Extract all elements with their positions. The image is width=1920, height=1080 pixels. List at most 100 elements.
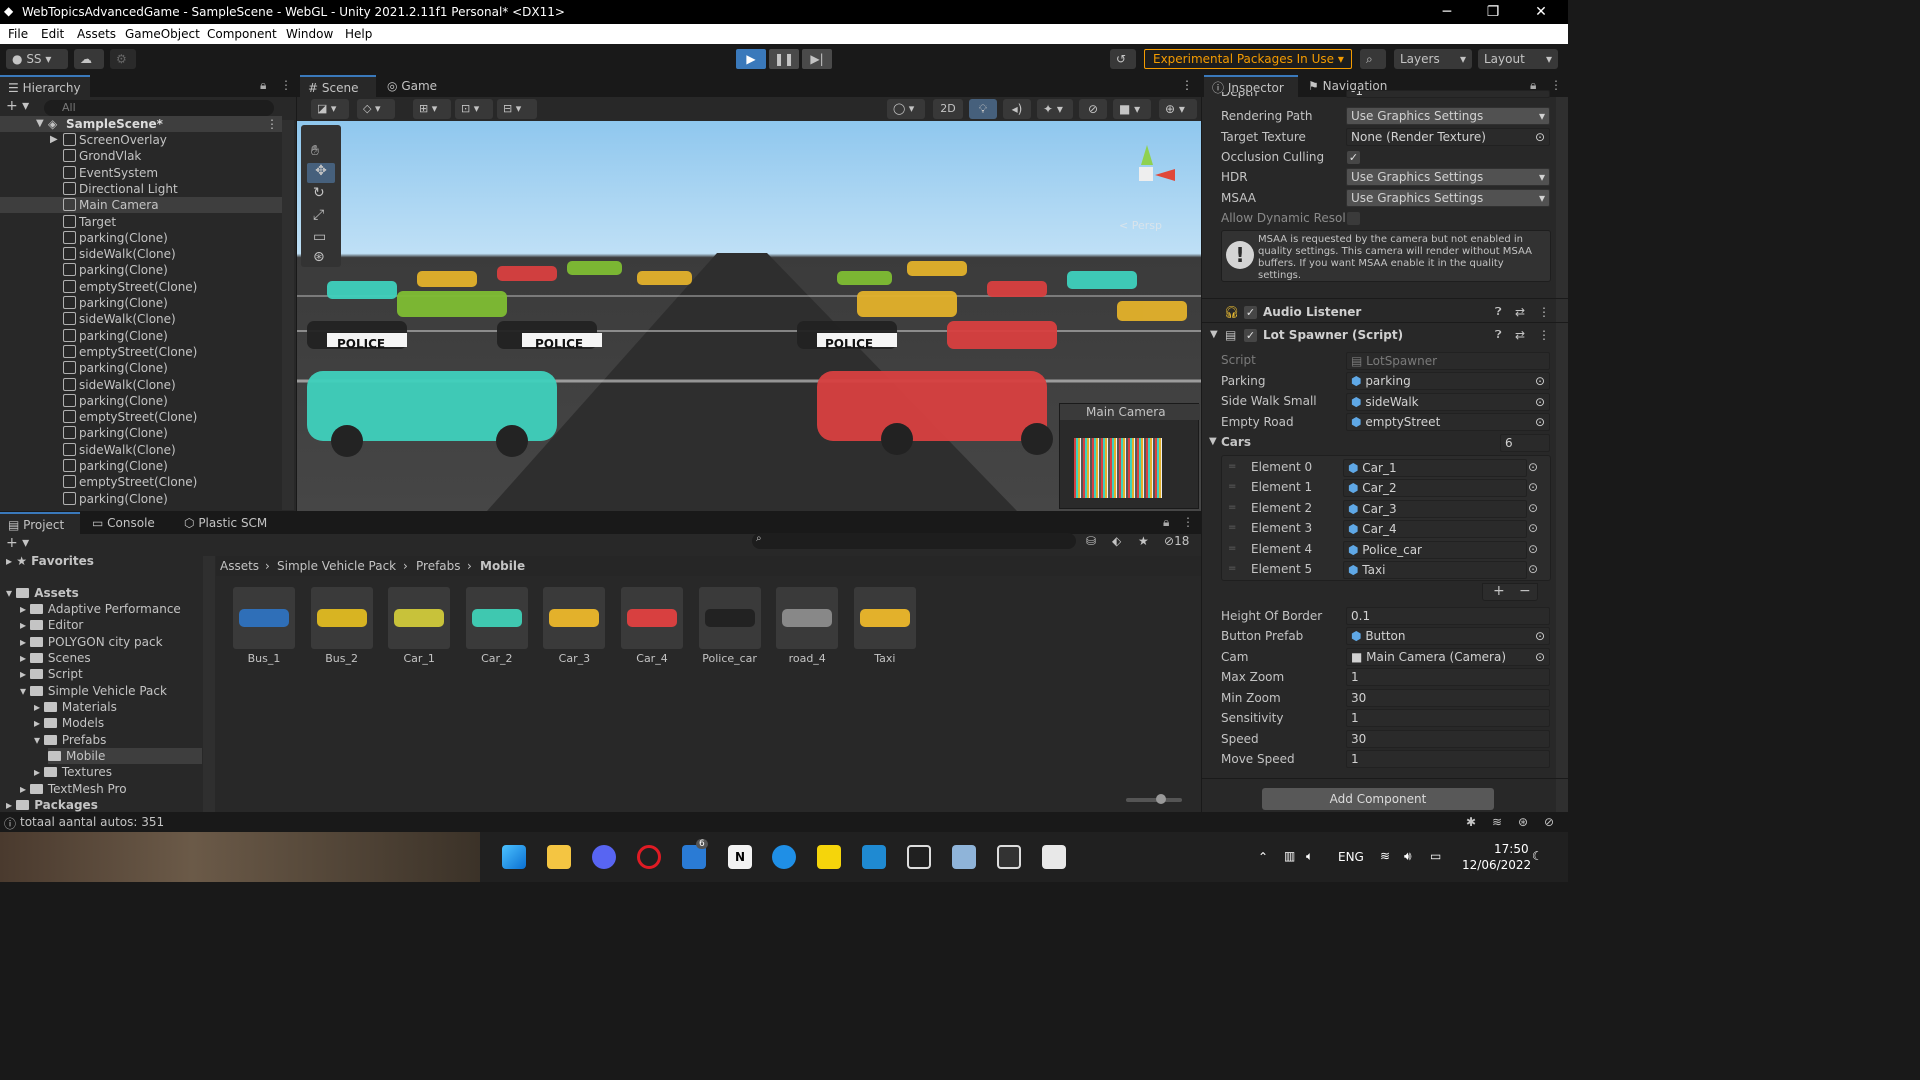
occlusion-culling-checkbox[interactable]: ✓ <box>1347 151 1360 164</box>
minimize-button[interactable]: ─ <box>1424 0 1470 24</box>
element-field[interactable]: ⬢ Taxi <box>1343 561 1527 579</box>
layers-dropdown[interactable]: Layers ▾ <box>1394 49 1472 69</box>
drag-handle[interactable]: = <box>1228 481 1236 492</box>
more-icon[interactable]: ⋮ <box>1550 78 1562 92</box>
hierarchy-item[interactable]: emptyStreet(Clone) <box>0 474 282 490</box>
chevron-right-icon[interactable]: ▸ <box>20 667 30 681</box>
hierarchy-item[interactable]: EventSystem <box>0 165 282 181</box>
tab-game[interactable]: ◎ Game <box>379 75 449 97</box>
hdr-dropdown[interactable]: Use Graphics Settings ▾ <box>1346 168 1550 186</box>
move-speed-field[interactable]: 1 <box>1346 750 1550 768</box>
menu-gameobject[interactable]: GameObject <box>125 27 200 41</box>
grid-snap-dropdown[interactable]: ⊞ ▾ <box>413 99 451 119</box>
hierarchy-item[interactable]: parking(Clone) <box>0 393 282 409</box>
hierarchy-item[interactable]: parking(Clone) <box>0 230 282 246</box>
asset-thumbnail[interactable] <box>233 587 295 649</box>
project-tree-item[interactable]: ▸ Scenes <box>20 650 202 666</box>
more-icon[interactable]: ⋮ <box>1538 305 1550 319</box>
audio-listener-title[interactable]: Audio Listener <box>1263 305 1361 319</box>
project-tree-item[interactable]: ▸ Packages <box>6 797 202 813</box>
start-icon[interactable] <box>502 845 526 869</box>
drag-handle[interactable]: = <box>1228 502 1236 513</box>
chevron-down-icon[interactable]: ▾ <box>6 586 16 600</box>
menu-window[interactable]: Window <box>286 27 333 41</box>
max-zoom-field[interactable]: 1 <box>1346 668 1550 686</box>
object-picker-icon[interactable]: ⊙ <box>1528 521 1538 535</box>
scale-tool-icon[interactable]: ⤢ <box>313 207 324 223</box>
help-icon[interactable]: ❓︎ <box>1495 328 1502 342</box>
hierarchy-item[interactable]: sideWalk(Clone) <box>0 246 282 262</box>
object-picker-icon[interactable]: ⊙ <box>1535 649 1545 665</box>
step-button[interactable]: ▶| <box>802 49 832 69</box>
more-icon[interactable]: ⋮ <box>266 116 278 132</box>
chevron-right-icon[interactable]: ▸ <box>6 798 16 812</box>
thunderbird-icon[interactable] <box>772 845 796 869</box>
button-prefab-field[interactable]: ⬢ Button ⊙ <box>1346 627 1550 645</box>
history-button[interactable]: ↺ <box>1110 49 1136 69</box>
lighting-toggle[interactable]: 💡︎ <box>969 99 997 119</box>
gizmo-dropdown[interactable]: ◯ ▾ <box>887 99 925 119</box>
preset-icon[interactable]: ⇄ <box>1515 305 1525 319</box>
msaa-dropdown[interactable]: Use Graphics Settings ▾ <box>1346 189 1550 207</box>
empty-road-field[interactable]: ⬢ emptyStreet ⊙ <box>1346 413 1550 431</box>
move-tool-icon[interactable]: ✥ <box>307 163 335 183</box>
lot-spawner-checkbox[interactable]: ✓ <box>1244 329 1257 342</box>
asset-thumbnail[interactable] <box>543 587 606 649</box>
tab-hierarchy[interactable]: ☰ Hierarchy <box>0 75 90 97</box>
drag-handle[interactable]: = <box>1228 522 1236 533</box>
asset-thumbnail[interactable] <box>465 587 528 649</box>
opera-icon[interactable] <box>637 845 661 869</box>
remove-element-button[interactable]: − <box>1519 583 1531 599</box>
snap-increment-dropdown[interactable]: ⊡ ▾ <box>455 99 493 119</box>
unity-hub-icon[interactable] <box>907 845 931 869</box>
account-button[interactable]: ● SS ▾ <box>6 49 68 69</box>
chevron-down-icon[interactable]: ▾ <box>20 684 30 698</box>
asset-thumbnail[interactable] <box>310 587 373 649</box>
inspector-scrollbar[interactable] <box>1556 97 1568 812</box>
help-icon[interactable]: ❓︎ <box>1495 305 1502 319</box>
hierarchy-item[interactable]: parking(Clone) <box>0 328 282 344</box>
asset-thumbnail[interactable] <box>388 587 451 649</box>
lock-icon[interactable]: 🔒︎ <box>260 78 266 93</box>
hierarchy-item[interactable]: GrondVlak <box>0 148 282 164</box>
object-picker-icon[interactable]: ⊙ <box>1528 460 1538 474</box>
maximize-button[interactable]: ❐ <box>1470 0 1516 24</box>
hierarchy-item[interactable]: sideWalk(Clone) <box>0 442 282 458</box>
volume-icon[interactable]: 🔈︎ <box>1306 849 1313 864</box>
breadcrumb-mobile[interactable]: Mobile <box>480 559 525 573</box>
draw-mode-dropdown[interactable]: ◪ ▾ <box>311 99 349 119</box>
chevron-right-icon[interactable]: ▸ <box>20 782 30 796</box>
clock-date[interactable]: 12/06/2022 <box>1462 858 1531 872</box>
pause-button[interactable]: ❚❚ <box>769 49 799 69</box>
ruler-dropdown[interactable]: ⊟ ▾ <box>497 99 537 119</box>
object-picker-icon[interactable]: ⊙ <box>1528 542 1538 556</box>
chevron-right-icon[interactable]: ▶ <box>50 132 58 148</box>
close-button[interactable]: ✕ <box>1518 0 1564 24</box>
object-picker-icon[interactable]: ⊙ <box>1535 129 1545 145</box>
chevron-right-icon[interactable]: ▸ <box>20 651 30 665</box>
rendering-path-dropdown[interactable]: Use Graphics Settings ▾ <box>1346 107 1550 125</box>
hierarchy-item[interactable]: sideWalk(Clone) <box>0 311 282 327</box>
label-filter-icon[interactable]: ⬖ <box>1112 534 1121 548</box>
project-tree-item[interactable]: ▸ Script <box>20 666 202 682</box>
hierarchy-item[interactable]: Target <box>0 214 282 230</box>
asset-thumbnail[interactable] <box>698 587 761 649</box>
cars-size-field[interactable]: 6 <box>1500 434 1550 452</box>
hierarchy-item[interactable]: emptyStreet(Clone) <box>0 279 282 295</box>
sidewalk-field[interactable]: ⬢ sideWalk ⊙ <box>1346 393 1550 411</box>
object-picker-icon[interactable]: ⊙ <box>1528 480 1538 494</box>
drag-handle[interactable]: = <box>1228 461 1236 472</box>
hierarchy-item[interactable]: sideWalk(Clone) <box>0 377 282 393</box>
layout-dropdown[interactable]: Layout ▾ <box>1478 49 1558 69</box>
rect-tool-icon[interactable]: ▭ <box>313 229 326 245</box>
object-picker-icon[interactable]: ⊙ <box>1535 373 1545 389</box>
asset-thumbnail[interactable] <box>776 587 839 649</box>
project-tree-item[interactable]: ▾ Prefabs <box>34 732 202 748</box>
sticky-notes-icon[interactable] <box>817 845 841 869</box>
bug-icon[interactable]: ⊛ <box>1518 815 1528 829</box>
type-filter-icon[interactable]: ⛁ <box>1086 534 1096 548</box>
project-tree-item[interactable]: Mobile <box>48 748 202 764</box>
hierarchy-item[interactable]: parking(Clone) <box>0 295 282 311</box>
tab-plastic-scm[interactable]: ⬡ Plastic SCM <box>176 512 286 534</box>
audio-toggle[interactable]: ◂) <box>1003 99 1031 119</box>
